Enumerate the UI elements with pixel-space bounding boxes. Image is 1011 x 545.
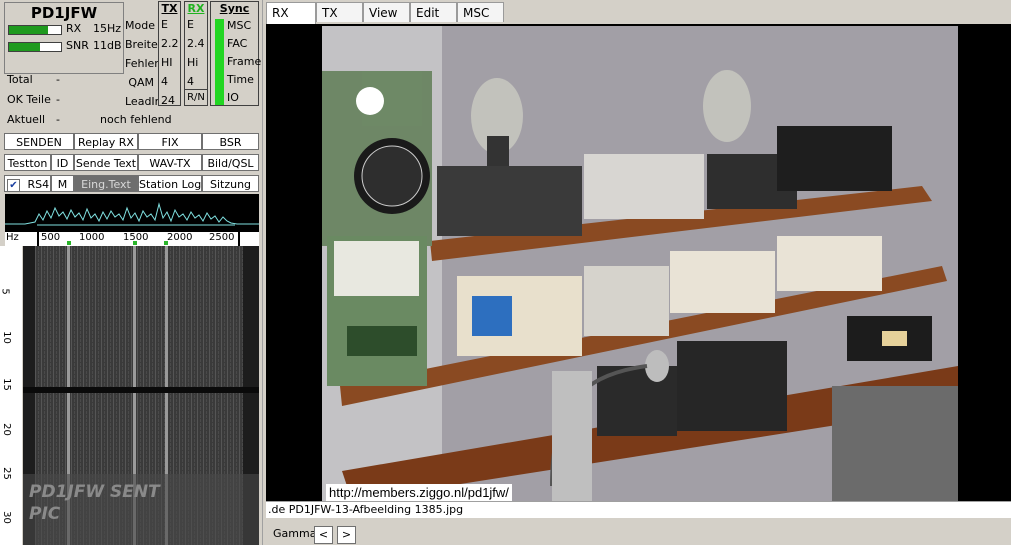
- sync-fac: FAC: [227, 37, 248, 50]
- time-30: 30: [0, 511, 12, 524]
- qam-label: QAM: [128, 76, 154, 89]
- sync-indicator-bar: [215, 19, 224, 105]
- tx-qam: 4: [161, 75, 168, 88]
- overlay-text-line2: PIC: [29, 504, 61, 524]
- tx-fehler: HI: [161, 56, 173, 69]
- sync-header: Sync: [219, 2, 250, 15]
- bild-qsl-button[interactable]: Bild/QSL: [202, 154, 259, 171]
- eing-text-button[interactable]: Eing.Text: [74, 175, 138, 192]
- overlay-text-line1: PD1JFW SENT: [29, 482, 160, 502]
- time-20: 20: [0, 423, 12, 436]
- fix-button[interactable]: FIX: [138, 133, 202, 150]
- m-button[interactable]: M: [51, 175, 74, 192]
- rx-value: 15Hz: [93, 22, 122, 35]
- tab-rx[interactable]: RX: [266, 2, 316, 24]
- replay-rx-button[interactable]: Replay RX: [74, 133, 138, 150]
- snr-value: 11dB: [93, 39, 122, 52]
- mode-label: Mode: [125, 19, 155, 32]
- missing-status: noch fehlend: [100, 113, 172, 126]
- rx-label: RX: [66, 22, 82, 35]
- rx-header: RX: [187, 2, 205, 15]
- wav-tx-button[interactable]: WAV-TX: [138, 154, 202, 171]
- rs4-label: RS4: [27, 178, 50, 191]
- rs4-checkbox[interactable]: ✔ RS4: [4, 175, 51, 192]
- fehler-label: Fehler: [125, 57, 159, 70]
- image-url-caption: http://members.ziggo.nl/pd1jfw/: [326, 484, 512, 501]
- sync-time: Time: [227, 73, 254, 86]
- tx-leadin: 24: [161, 94, 175, 107]
- rx-fehler: Hi: [187, 56, 199, 69]
- received-image: http://members.ziggo.nl/pd1jfw/: [322, 26, 958, 501]
- gamma-bar: Gamma < >: [266, 522, 1011, 545]
- leadin-label: LeadIn: [125, 95, 162, 108]
- tick-2000: 2000: [167, 232, 193, 243]
- sync-io: IO: [227, 91, 239, 104]
- sync-column: Sync MSC FAC Frame Time IO: [210, 1, 262, 106]
- spectrum-display[interactable]: [5, 194, 259, 232]
- ok-value: -: [56, 93, 60, 106]
- tx-header: TX: [161, 2, 178, 15]
- gamma-increase-button[interactable]: >: [337, 526, 356, 544]
- tab-edit[interactable]: Edit: [410, 2, 457, 22]
- callsign: PD1JFW: [30, 4, 98, 22]
- time-25: 25: [0, 467, 12, 480]
- tab-msc[interactable]: MSC: [457, 2, 504, 22]
- breite-label: Breite: [125, 38, 158, 51]
- carrier-marker: [164, 241, 168, 245]
- time-15: 15: [0, 378, 12, 391]
- image-filename: .de PD1JFW-13-Afbeelding 1385.jpg: [266, 501, 1011, 518]
- total-value: -: [56, 73, 60, 86]
- tx-mode: E: [161, 18, 168, 31]
- gamma-decrease-button[interactable]: <: [314, 526, 333, 544]
- aktuell-label: Aktuell: [7, 113, 46, 126]
- snr-label: SNR: [66, 39, 89, 52]
- snr-meter: [8, 42, 62, 52]
- tick-2500: 2500: [209, 232, 235, 243]
- checkbox-icon: ✔: [7, 178, 20, 192]
- frequency-ruler[interactable]: Hz 500 1000 1500 2000 2500: [5, 232, 259, 246]
- time-5: 5: [0, 288, 11, 295]
- ok-label: OK Teile: [7, 93, 51, 106]
- tx-breite: 2.2: [161, 37, 179, 50]
- rx-mode: E: [187, 18, 194, 31]
- time-10: 10: [0, 331, 12, 344]
- ham-shack-photo: [322, 26, 958, 501]
- sende-text-button[interactable]: Sende Text: [74, 154, 138, 171]
- station-log-button[interactable]: Station Log: [138, 175, 202, 192]
- id-button[interactable]: ID: [51, 154, 74, 171]
- mode-labels: Mode Breite Fehler QAM LeadIn: [125, 16, 162, 111]
- sitzung-button[interactable]: Sitzung: [202, 175, 259, 192]
- carrier-marker: [133, 241, 137, 245]
- spectrum-trace: [5, 202, 259, 226]
- sync-msc: MSC: [227, 19, 252, 32]
- senden-button[interactable]: SENDEN: [4, 133, 74, 150]
- rx-meter: [8, 25, 62, 35]
- sync-frame: Frame: [227, 55, 262, 68]
- testton-button[interactable]: Testton: [4, 154, 51, 171]
- ruler-left-marker: [37, 232, 39, 246]
- carrier-marker: [67, 241, 71, 245]
- rx-breite: 2.4: [187, 37, 205, 50]
- bsr-button[interactable]: BSR: [202, 133, 259, 150]
- station-box: PD1JFW RX 15Hz SNR 11dB: [4, 2, 124, 74]
- tick-1000: 1000: [79, 232, 105, 243]
- tx-column: TX E 2.2 HI 4 24: [158, 1, 181, 107]
- waterfall-time-axis: 5 10 15 20 25 30: [0, 246, 22, 545]
- left-panel: PD1JFW RX 15Hz SNR 11dB Total - OK Teile…: [0, 0, 262, 545]
- gamma-label: Gamma: [273, 527, 317, 540]
- tab-tx[interactable]: TX: [316, 2, 363, 22]
- total-label: Total: [7, 73, 33, 86]
- waterfall-display[interactable]: PD1JFW SENT PIC: [23, 246, 259, 545]
- ruler-right-marker: [238, 232, 240, 246]
- hz-label: Hz: [6, 232, 19, 243]
- rn-button[interactable]: R/N: [184, 89, 208, 106]
- tab-view[interactable]: View: [363, 2, 410, 22]
- aktuell-value: -: [56, 113, 60, 126]
- tick-500: 500: [41, 232, 61, 243]
